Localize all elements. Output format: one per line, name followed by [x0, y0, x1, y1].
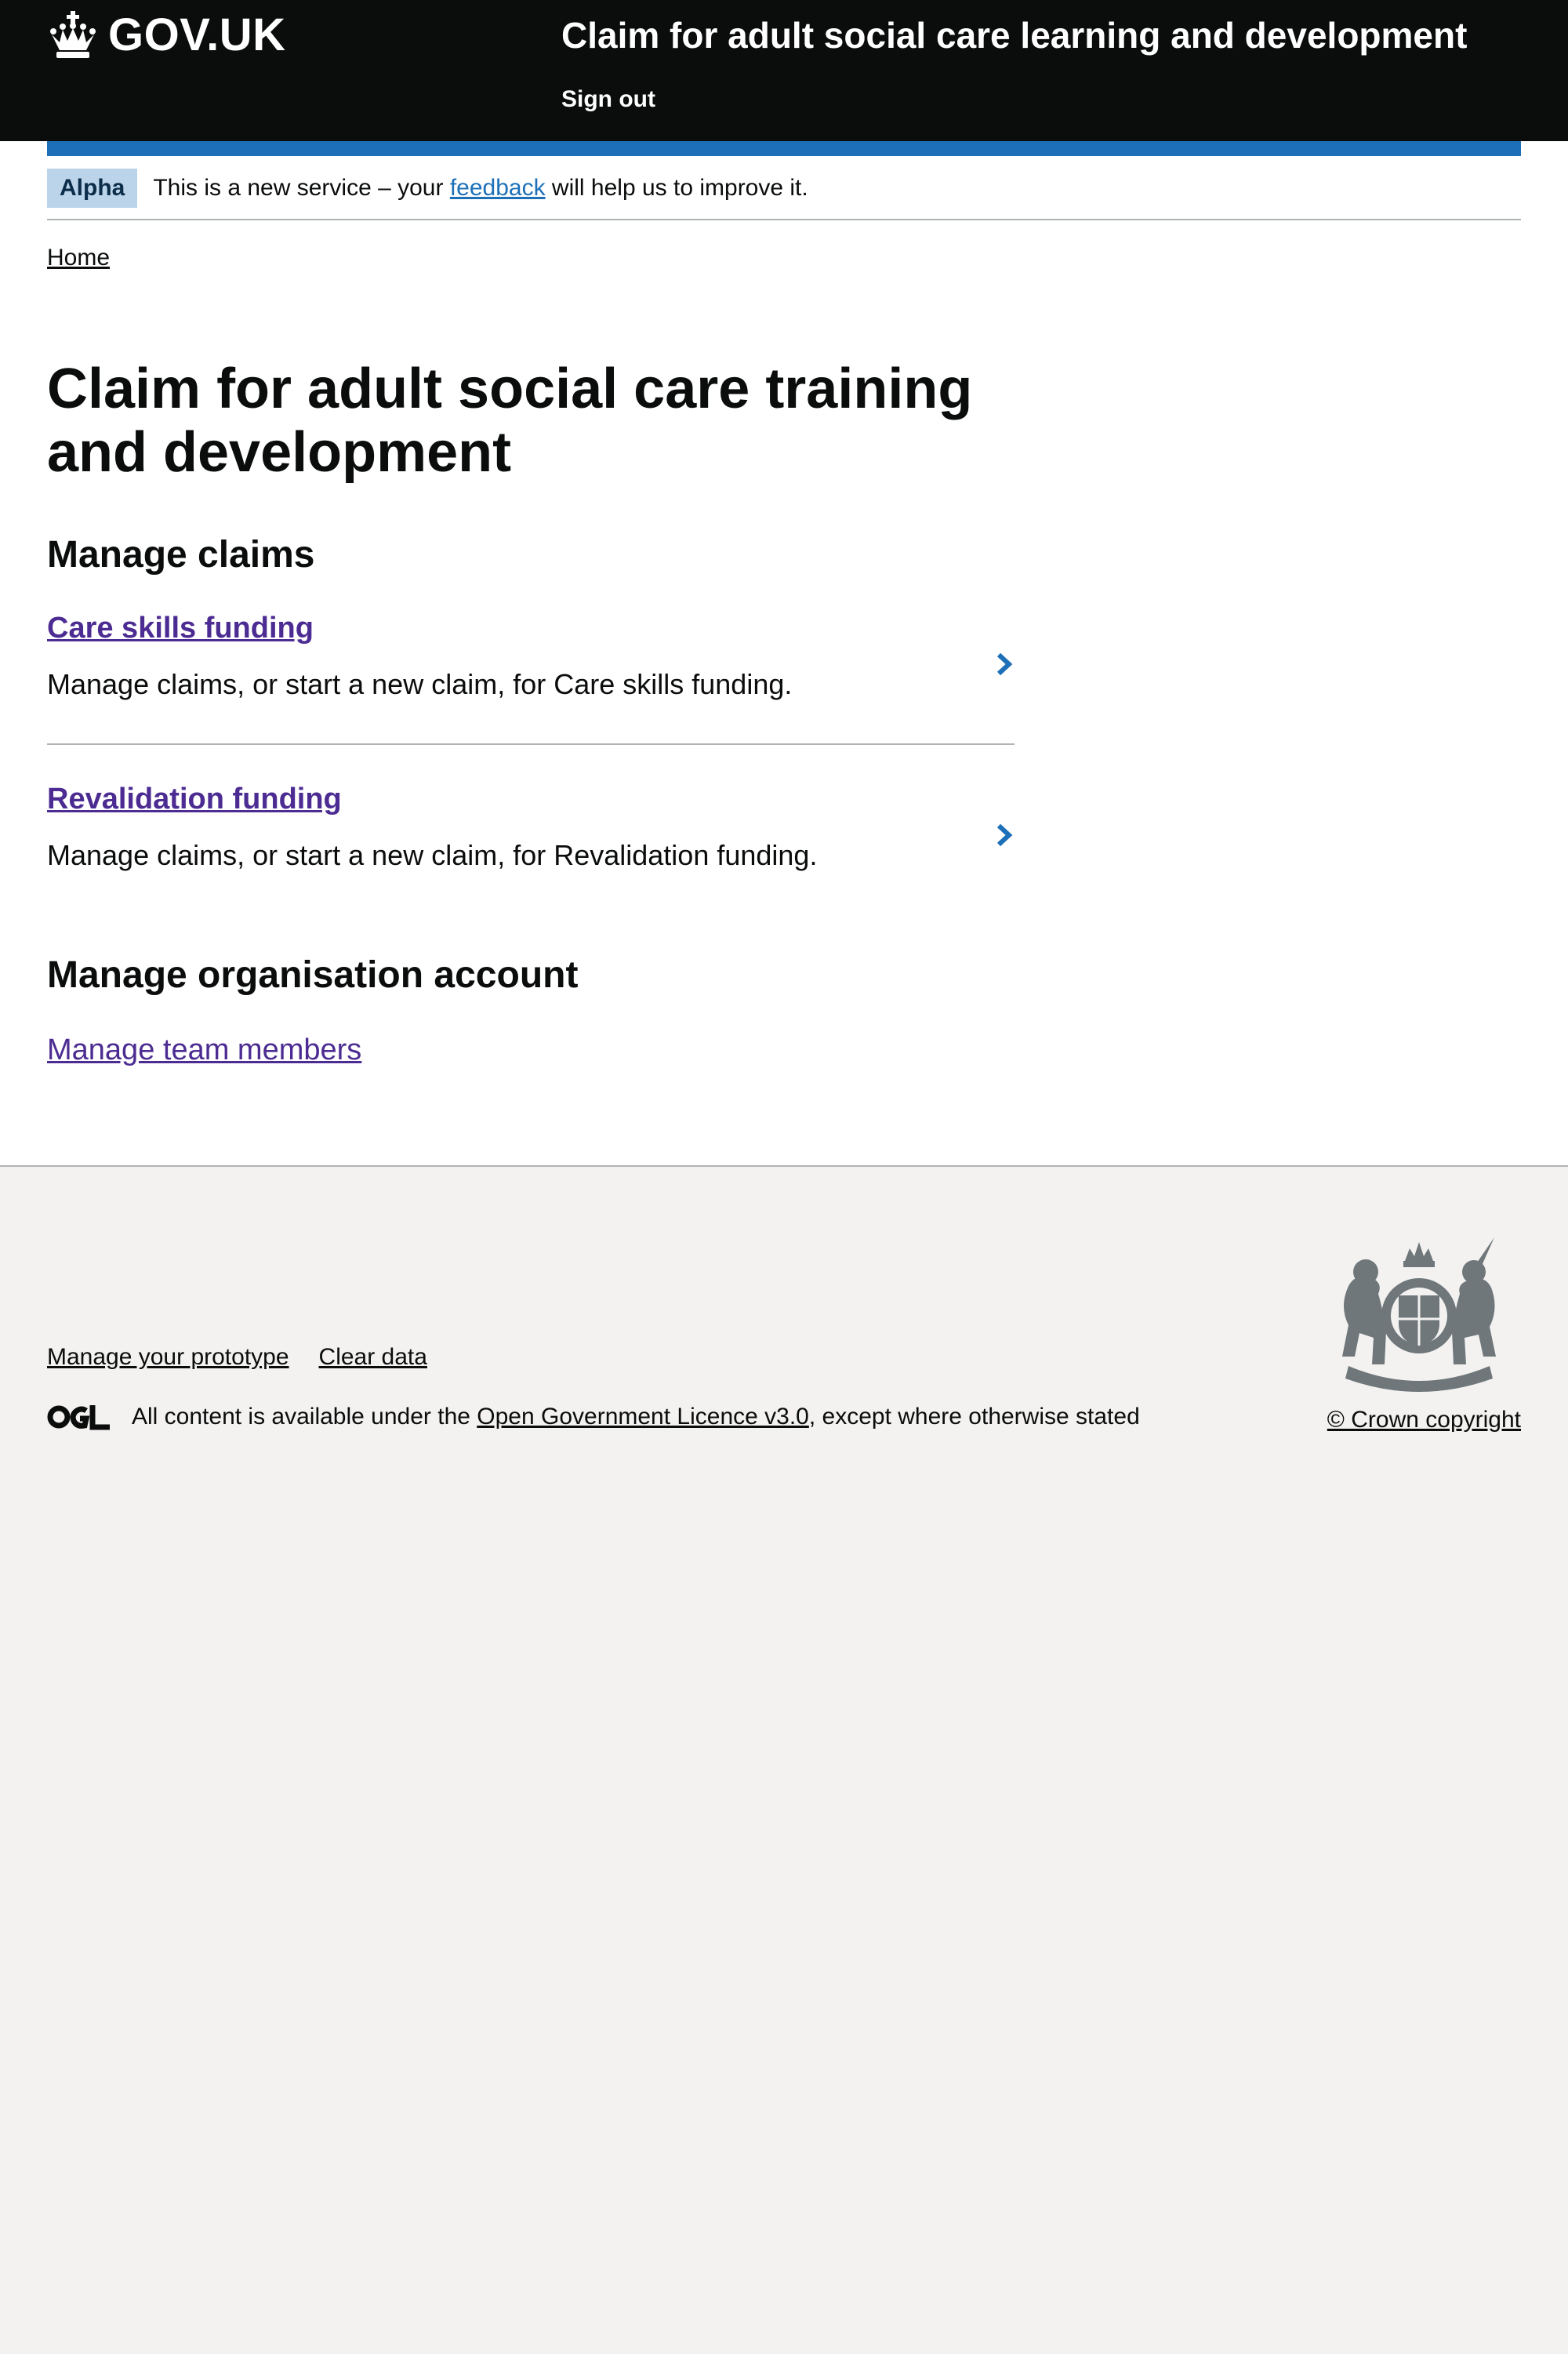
phase-tag: Alpha	[47, 169, 138, 208]
care-skills-card: Care skills funding Manage claims, or st…	[47, 612, 1014, 745]
manage-team-members-link[interactable]: Manage team members	[47, 1034, 361, 1067]
clear-data-link[interactable]: Clear data	[319, 1344, 427, 1371]
govuk-logo-link[interactable]: GOV.UK	[47, 11, 285, 60]
phase-text-after: will help us to improve it.	[545, 175, 808, 201]
revalidation-description: Manage claims, or start a new claim, for…	[47, 839, 818, 871]
revalidation-funding-link[interactable]: Revalidation funding	[47, 783, 342, 816]
chevron-right-icon[interactable]	[994, 651, 1014, 678]
licence-row: All content is available under the Open …	[47, 1404, 1140, 1430]
phase-banner-text: This is a new service – your feedback wi…	[153, 175, 808, 202]
manage-claims-heading: Manage claims	[47, 534, 315, 576]
govuk-logo-text: GOV.UK	[108, 9, 286, 60]
site-footer: Manage your prototype Clear data All con…	[0, 1165, 1568, 2354]
licence-text: All content is available under the Open …	[132, 1404, 1140, 1430]
header-blue-bar	[47, 141, 1521, 156]
manage-organisation-heading: Manage organisation account	[47, 954, 579, 996]
service-name-link[interactable]: Claim for adult social care learning and…	[561, 16, 1467, 56]
ogl-licence-link[interactable]: Open Government Licence v3.0	[477, 1404, 809, 1429]
licence-text-after: , except where otherwise stated	[808, 1404, 1140, 1429]
care-skills-description: Manage claims, or start a new claim, for…	[47, 668, 793, 700]
ogl-logo-icon	[47, 1404, 111, 1430]
care-skills-funding-link[interactable]: Care skills funding	[47, 612, 314, 645]
phase-banner: Alpha This is a new service – your feedb…	[47, 169, 1521, 220]
breadcrumb-home-link[interactable]: Home	[47, 245, 110, 271]
crown-icon	[47, 11, 99, 60]
sign-out-link[interactable]: Sign out	[561, 86, 655, 113]
crown-copyright-link[interactable]: © Crown copyright	[1327, 1407, 1521, 1433]
page-title: Claim for adult social care training and…	[47, 358, 973, 484]
feedback-link[interactable]: feedback	[450, 175, 546, 201]
site-header: GOV.UK Claim for adult social care learn…	[0, 0, 1568, 141]
phase-text-before: This is a new service – your	[153, 175, 450, 201]
footer-links: Manage your prototype Clear data	[47, 1344, 427, 1371]
royal-crest-icon	[1317, 1231, 1521, 1396]
revalidation-card: Revalidation funding Manage claims, or s…	[47, 783, 1014, 892]
chevron-right-icon[interactable]	[994, 822, 1014, 848]
manage-prototype-link[interactable]: Manage your prototype	[47, 1344, 289, 1371]
licence-text-before: All content is available under the	[132, 1404, 477, 1429]
